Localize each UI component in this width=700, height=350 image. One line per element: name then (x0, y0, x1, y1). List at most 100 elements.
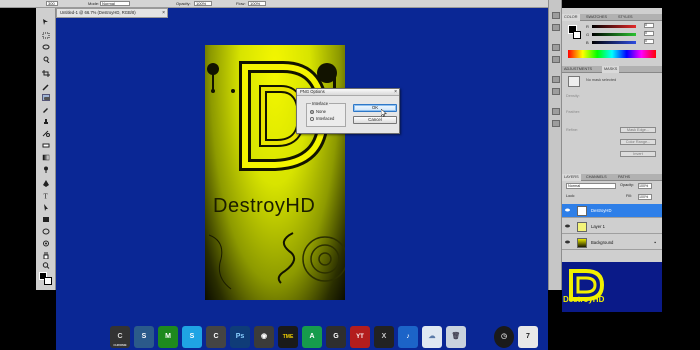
app-icon-g[interactable]: G (326, 326, 346, 348)
channel-b-value[interactable]: 0 (644, 39, 654, 44)
trash-icon[interactable]: 🗑 (446, 326, 466, 348)
app-icon-c[interactable]: C (206, 326, 226, 348)
pen-tool-icon[interactable] (42, 180, 50, 187)
calendar-icon[interactable]: 7 (518, 326, 538, 348)
app-icon-x[interactable]: X (374, 326, 394, 348)
close-icon[interactable]: × (394, 89, 397, 95)
channel-logo-text: DestroyHD (563, 295, 605, 304)
path-selection-tool-icon[interactable] (42, 204, 50, 211)
invert-button[interactable]: Invert (620, 151, 656, 157)
healing-brush-tool-icon[interactable] (42, 94, 50, 101)
shape-tool-icon[interactable] (42, 216, 50, 223)
close-icon[interactable]: × (162, 9, 165, 17)
history-brush-tool-icon[interactable] (42, 130, 50, 137)
tab-color[interactable]: COLOR (562, 14, 580, 21)
move-tool-icon[interactable] (42, 18, 50, 25)
channel-r-value[interactable]: 0 (644, 23, 654, 28)
channel-g-value[interactable]: 0 (644, 31, 654, 36)
brushes-panel-icon[interactable] (552, 44, 560, 51)
radio-none[interactable]: None (310, 109, 326, 114)
youtube-app-icon[interactable]: YT (350, 326, 370, 348)
quick-select-tool-icon[interactable] (42, 56, 50, 63)
history-panel-icon[interactable] (552, 12, 560, 19)
webcam-app-icon[interactable]: ◉ (254, 326, 274, 348)
channel-b-slider[interactable] (592, 41, 636, 44)
tab-paths[interactable]: PATHS (616, 174, 632, 181)
clone-source-panel-icon[interactable] (552, 56, 560, 63)
character-panel-icon[interactable] (552, 76, 560, 83)
fill-field[interactable]: 100% (638, 194, 652, 200)
masks-panel-tabs: ADJUSTMENTS MASKS (562, 66, 662, 73)
clone-stamp-tool-icon[interactable] (42, 118, 50, 125)
radio-selected-icon (310, 109, 314, 114)
flow-field[interactable]: 100% (248, 1, 266, 6)
mode-select[interactable]: Normal (100, 1, 130, 6)
layer-thumbnail (577, 238, 587, 248)
type-tool-icon[interactable]: T (42, 192, 50, 200)
eye-icon[interactable] (565, 224, 570, 228)
lasso-tool-icon[interactable] (42, 44, 50, 51)
eraser-tool-icon[interactable] (42, 142, 50, 149)
navigator-panel-icon[interactable] (552, 108, 560, 115)
cloud-app-icon[interactable]: ☁ (422, 326, 442, 348)
brush-tool-icon[interactable] (42, 106, 50, 113)
crop-tool-icon[interactable] (42, 70, 50, 77)
channel-logo-area (562, 262, 662, 312)
tab-adjustments[interactable]: ADJUSTMENTS (562, 66, 594, 73)
eyedropper-tool-icon[interactable] (42, 84, 50, 91)
actions-panel-icon[interactable] (552, 24, 560, 31)
radio-interlaced[interactable]: Interlaced (310, 116, 334, 121)
skype-app-icon[interactable]: S (182, 326, 202, 348)
layer-row-destroyhd[interactable]: DestroyHD (562, 204, 662, 218)
gradient-tool-icon[interactable] (42, 154, 50, 161)
ok-button[interactable]: OK (353, 104, 397, 112)
zoom-tool-icon[interactable] (42, 262, 50, 269)
opacity-field[interactable]: 100% (194, 1, 212, 6)
mode-label: Mode: (88, 1, 100, 6)
tools-panel: T (36, 8, 56, 290)
brush-size-field[interactable]: 300 (46, 1, 58, 6)
tab-masks[interactable]: MASKS (602, 66, 620, 73)
blend-mode-select[interactable]: Normal (566, 183, 616, 189)
hand-tool-icon[interactable] (42, 252, 50, 259)
tme-app-icon[interactable]: TME (278, 326, 298, 348)
color-spectrum-bar[interactable] (568, 50, 656, 58)
eye-icon[interactable] (565, 208, 570, 212)
chrome-app-icon[interactable]: C CHROME (110, 326, 130, 348)
app-icon-a[interactable]: A (302, 326, 322, 348)
layer-opacity-field[interactable]: 100% (638, 183, 652, 189)
info-panel-icon[interactable] (552, 120, 560, 127)
3d-rotate-tool-icon[interactable] (42, 228, 50, 235)
paragraph-panel-icon[interactable] (552, 88, 560, 95)
layers-panel-tabs: LAYERS CHANNELS PATHS (562, 174, 662, 181)
marquee-tool-icon[interactable] (42, 32, 50, 39)
layer-row-background[interactable]: Background ▪ (562, 236, 662, 250)
tab-styles[interactable]: STYLES (616, 14, 635, 21)
mask-edge-button[interactable]: Mask Edge... (620, 127, 656, 133)
tab-layers[interactable]: LAYERS (562, 174, 581, 181)
clock-icon[interactable]: ◷ (494, 326, 514, 348)
document-tab[interactable]: Untitled-1 @ 66.7% (DestroyHD, RGB/8) × (56, 8, 168, 18)
document-canvas[interactable]: DestroyHD (205, 45, 345, 300)
dialog-title: PNG Options (300, 89, 325, 94)
3d-orbit-tool-icon[interactable] (42, 240, 50, 247)
panel-background-swatch[interactable] (573, 31, 581, 39)
svg-text:T: T (44, 193, 49, 200)
channel-g-slider[interactable] (592, 33, 636, 36)
density-label: Density: (566, 94, 580, 98)
taskbar-dock: C CHROME S M S C Ps ◉ TME A G YT X ♪ ☁ 🗑 … (100, 322, 550, 350)
eye-icon[interactable] (565, 240, 570, 244)
dodge-tool-icon[interactable] (42, 166, 50, 173)
tab-channels[interactable]: CHANNELS (584, 174, 609, 181)
steam-app-icon[interactable]: S (134, 326, 154, 348)
photoshop-app-icon[interactable]: Ps (230, 326, 250, 348)
itunes-app-icon[interactable]: ♪ (398, 326, 418, 348)
color-range-button[interactable]: Color Range... (620, 139, 656, 145)
media-app-icon[interactable]: M (158, 326, 178, 348)
tab-swatches[interactable]: SWATCHES (584, 14, 609, 21)
channel-r-slider[interactable] (592, 25, 636, 28)
cancel-button[interactable]: Cancel (353, 116, 397, 124)
layer-row-layer-1[interactable]: Layer 1 (562, 220, 662, 234)
background-color-swatch[interactable] (44, 277, 52, 285)
dialog-title-bar[interactable]: PNG Options (297, 89, 399, 96)
